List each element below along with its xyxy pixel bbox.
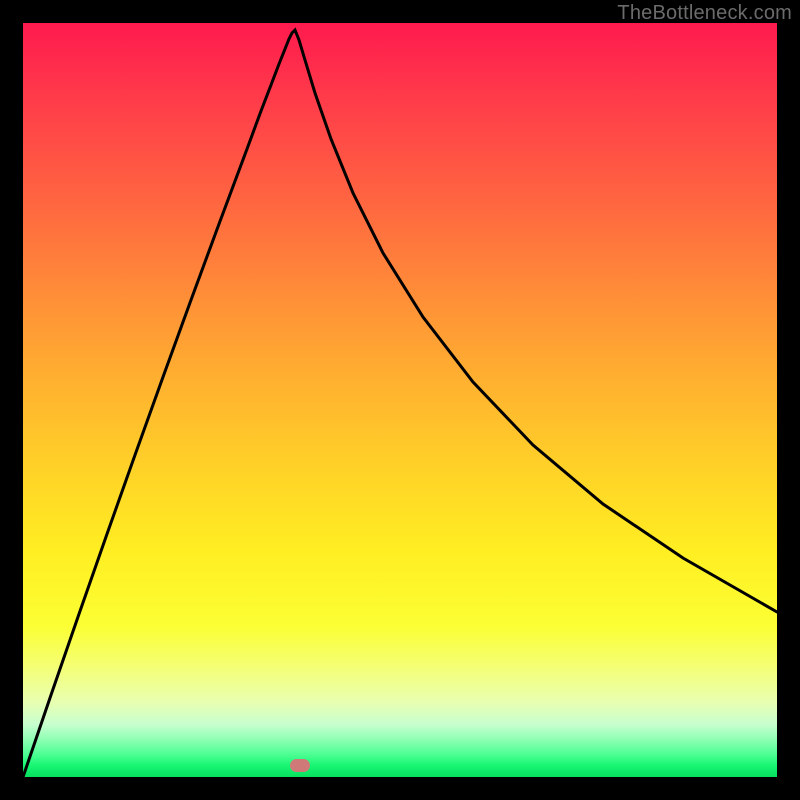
- bottleneck-curve: [23, 23, 777, 777]
- watermark-text: TheBottleneck.com: [617, 2, 792, 25]
- chart-frame: [23, 23, 777, 777]
- optimum-marker: [290, 759, 310, 772]
